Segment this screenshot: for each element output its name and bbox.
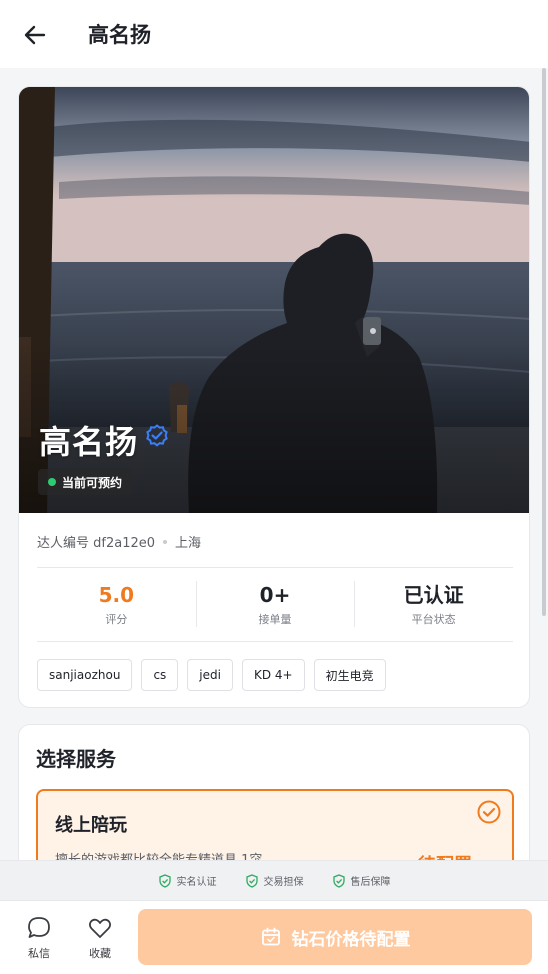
top-bar: 高名扬 <box>0 0 548 68</box>
tag: sanjiaozhou <box>37 659 133 691</box>
service-card: 选择服务 线上陪玩 擅长的游戏都比较全能专精道具 1突。 待配置 <box>18 724 530 860</box>
bottom-action-bar: 私信 收藏 钻石价格待配置 <box>0 900 548 974</box>
guarantee-label: 实名认证 <box>176 877 217 888</box>
stat-status: 已认证 平台状态 <box>354 567 513 641</box>
content-scroll[interactable]: 高名扬 当前可预约 达人编号 df2a12e0 上海 5.0 评分 0+ 接单量… <box>0 68 548 860</box>
stat-value: 5.0 <box>98 582 135 607</box>
tag: KD 4+ <box>241 659 305 691</box>
profile-photo: 高名扬 当前可预约 <box>19 87 529 513</box>
location-text: 上海 <box>175 536 202 551</box>
stat-orders: 0+ 接单量 <box>195 567 355 641</box>
tag: cs <box>141 659 179 691</box>
stat-label: 平台状态 <box>411 612 456 626</box>
stat-label: 接单量 <box>258 612 292 626</box>
availability-text: 当前可预约 <box>62 475 123 490</box>
service-option[interactable]: 线上陪玩 擅长的游戏都比较全能专精道具 1突。 待配置 <box>36 789 514 860</box>
talent-id: 达人编号 df2a12e0 <box>37 536 156 551</box>
profile-name: 高名扬 <box>39 423 139 461</box>
selected-check-icon <box>477 800 501 824</box>
shield-check-icon <box>245 873 258 888</box>
meta-separator <box>163 539 168 544</box>
service-option-description: 擅长的游戏都比较全能专精道具 1突。 <box>55 849 275 860</box>
verified-check-icon <box>146 424 168 447</box>
guarantee-item: 实名认证 <box>158 873 217 888</box>
chat-bubble-icon <box>28 917 50 938</box>
message-button[interactable]: 私信 <box>17 915 61 961</box>
stat-rating: 5.0 评分 <box>37 567 196 641</box>
scrollbar[interactable] <box>542 68 546 616</box>
shield-check-icon <box>158 873 171 888</box>
guarantee-label: 交易担保 <box>263 877 304 888</box>
tag-list: sanjiaozhou cs jedi KD 4+ 初生电竞 <box>37 659 386 691</box>
book-button-label: 钻石价格待配置 <box>291 929 411 950</box>
stats-row: 5.0 评分 0+ 接单量 已认证 平台状态 <box>37 567 513 641</box>
profile-meta: 达人编号 df2a12e0 上海 <box>37 532 201 551</box>
service-option-price: 待配置 <box>418 851 472 860</box>
message-label: 私信 <box>28 947 50 960</box>
shield-check-icon <box>332 873 345 888</box>
favorite-button[interactable]: 收藏 <box>78 915 122 961</box>
divider <box>37 641 513 642</box>
back-button[interactable] <box>20 20 50 50</box>
arrow-left-icon <box>24 25 46 45</box>
availability-badge: 当前可预约 <box>38 469 133 495</box>
stat-label: 评分 <box>105 612 128 626</box>
guarantee-item: 交易担保 <box>245 873 304 888</box>
service-option-title: 线上陪玩 <box>55 815 127 836</box>
tag: 初生电竞 <box>313 659 386 691</box>
tag: jedi <box>187 659 233 691</box>
guarantee-bar: 实名认证 交易担保 售后保障 <box>0 860 548 900</box>
book-button[interactable]: 钻石价格待配置 <box>138 909 532 965</box>
stat-value: 已认证 <box>403 582 464 607</box>
heart-icon <box>88 918 112 938</box>
calendar-icon <box>261 927 280 946</box>
service-section-title: 选择服务 <box>36 747 116 771</box>
stat-value: 0+ <box>259 582 291 607</box>
guarantee-label: 售后保障 <box>350 877 391 888</box>
page-title: 高名扬 <box>88 23 151 47</box>
profile-card: 高名扬 当前可预约 达人编号 df2a12e0 上海 5.0 评分 0+ 接单量… <box>18 86 530 708</box>
favorite-label: 收藏 <box>89 947 111 960</box>
status-dot <box>48 478 56 486</box>
guarantee-item: 售后保障 <box>332 873 391 888</box>
